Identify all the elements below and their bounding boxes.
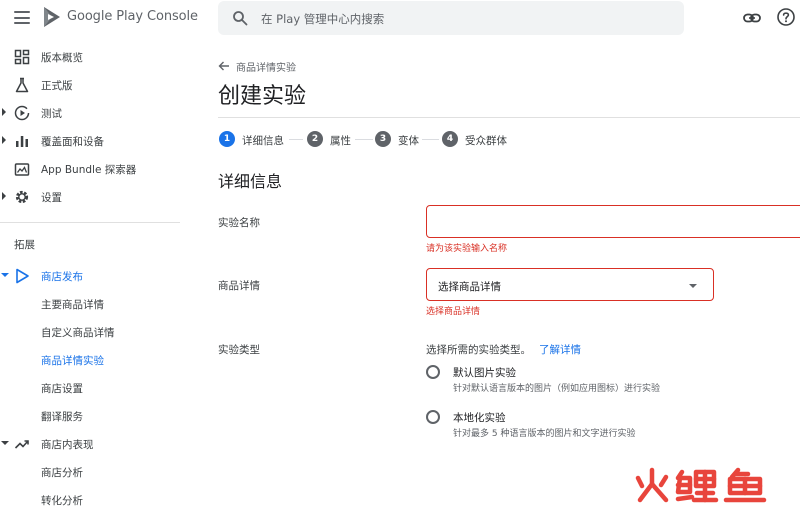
sidebar: 版本概览 正式版 测试 覆盖面和设备 App Bundle 探索器 设置 拓展 … bbox=[0, 38, 200, 509]
dashboard-icon bbox=[14, 49, 30, 65]
sidebar-item-label: 商品详情实验 bbox=[41, 355, 104, 367]
experiment-type-desc-text: 选择所需的实验类型。 bbox=[426, 344, 531, 356]
step-label: 受众群体 bbox=[465, 135, 507, 147]
page-title: 创建实验 bbox=[218, 84, 307, 109]
flask-icon bbox=[15, 77, 29, 93]
experiment-type-description: 选择所需的实验类型。 了解详情 bbox=[426, 342, 581, 357]
sidebar-item-production[interactable]: 正式版 bbox=[0, 71, 200, 99]
sidebar-item-listing-experiments[interactable]: 商品详情实验 bbox=[0, 346, 200, 374]
experiment-name-label: 实验名称 bbox=[218, 217, 260, 229]
sidebar-item-label: 商店设置 bbox=[41, 383, 83, 395]
sidebar-item-label: 版本概览 bbox=[41, 52, 83, 64]
sidebar-item-label: 商店分析 bbox=[41, 467, 83, 479]
experiment-name-input[interactable] bbox=[426, 205, 800, 238]
sidebar-section-title: 拓展 bbox=[14, 239, 35, 251]
bar-chart-icon bbox=[16, 136, 28, 147]
sidebar-item-store-presence[interactable]: 商店发布 bbox=[0, 262, 200, 290]
trending-up-icon bbox=[14, 440, 29, 449]
link-icon[interactable] bbox=[742, 8, 762, 28]
chevron-down-icon bbox=[1, 441, 9, 445]
title-divider bbox=[218, 117, 800, 118]
sidebar-item-label: App Bundle 探索器 bbox=[41, 164, 137, 176]
step-label: 变体 bbox=[398, 135, 419, 147]
store-listing-select[interactable]: 选择商品详情 bbox=[426, 268, 714, 301]
experiment-type-label: 实验类型 bbox=[218, 344, 260, 356]
sidebar-item-label: 自定义商品详情 bbox=[41, 327, 115, 339]
sidebar-item-label: 商店内表现 bbox=[41, 439, 94, 451]
sidebar-item-label: 转化分析 bbox=[41, 495, 83, 507]
step-number: 4 bbox=[442, 131, 458, 147]
chevron-right-icon bbox=[2, 108, 6, 116]
sidebar-item-settings[interactable]: 设置 bbox=[0, 183, 200, 211]
store-listing-error: 选择商品详情 bbox=[426, 307, 481, 317]
step-label: 详细信息 bbox=[242, 135, 284, 147]
default-graphics-desc: 针对默认语言版本的图片（例如应用图标）进行实验 bbox=[453, 384, 661, 394]
sidebar-divider bbox=[0, 222, 180, 223]
menu-icon[interactable] bbox=[14, 11, 30, 24]
back-link[interactable]: 商品详情实验 bbox=[218, 59, 296, 74]
sidebar-item-custom-listing[interactable]: 自定义商品详情 bbox=[0, 318, 200, 346]
localized-title: 本地化实验 bbox=[453, 412, 506, 424]
search-icon bbox=[233, 11, 248, 26]
sidebar-item-store-settings[interactable]: 商店设置 bbox=[0, 374, 200, 402]
sidebar-item-label: 覆盖面和设备 bbox=[41, 136, 104, 148]
step-number: 1 bbox=[219, 131, 235, 147]
bundle-icon bbox=[14, 163, 30, 176]
dropdown-arrow-icon bbox=[689, 284, 697, 288]
sidebar-item-store-performance[interactable]: 商店内表现 bbox=[0, 430, 200, 458]
sidebar-item-label: 主要商品详情 bbox=[41, 299, 104, 311]
localized-radio[interactable] bbox=[426, 410, 440, 424]
learn-more-link[interactable]: 了解详情 bbox=[539, 344, 581, 356]
sidebar-item-conversion-analysis[interactable]: 转化分析 bbox=[0, 486, 200, 509]
sidebar-item-label: 翻译服务 bbox=[41, 411, 83, 423]
chevron-right-icon bbox=[2, 192, 6, 200]
sidebar-item-label: 设置 bbox=[41, 192, 62, 204]
play-circle-icon bbox=[14, 105, 30, 121]
localized-desc: 针对最多 5 种语言版本的图片和文字进行实验 bbox=[453, 429, 636, 439]
chevron-right-icon bbox=[2, 136, 6, 144]
sidebar-item-release-overview[interactable]: 版本概览 bbox=[0, 43, 200, 71]
section-heading: 详细信息 bbox=[218, 172, 283, 191]
arrow-left-icon bbox=[218, 61, 229, 71]
sidebar-item-store-analysis[interactable]: 商店分析 bbox=[0, 458, 200, 486]
step-connector bbox=[422, 139, 439, 140]
step-number: 3 bbox=[375, 131, 391, 147]
step-number: 2 bbox=[307, 131, 323, 147]
sidebar-item-label: 正式版 bbox=[41, 80, 73, 92]
sidebar-item-testing[interactable]: 测试 bbox=[0, 99, 200, 127]
sidebar-item-translation[interactable]: 翻译服务 bbox=[0, 402, 200, 430]
store-listing-label: 商品详情 bbox=[218, 280, 260, 292]
brand-name: Google Play Console bbox=[67, 9, 198, 24]
experiment-name-error: 请为该实验输入名称 bbox=[426, 244, 508, 254]
search-bar[interactable]: 在 Play 管理中心内搜索 bbox=[218, 1, 684, 35]
sidebar-item-app-bundle-explorer[interactable]: App Bundle 探索器 bbox=[0, 155, 200, 183]
sidebar-item-label: 商店发布 bbox=[41, 271, 83, 283]
gear-icon bbox=[15, 190, 29, 204]
store-listing-select-value: 选择商品详情 bbox=[438, 281, 501, 293]
sidebar-item-main-listing[interactable]: 主要商品详情 bbox=[0, 290, 200, 318]
step-connector bbox=[355, 139, 373, 140]
default-graphics-radio[interactable] bbox=[426, 365, 440, 379]
play-console-logo-icon bbox=[44, 7, 60, 27]
help-icon[interactable] bbox=[776, 7, 796, 27]
play-outline-icon bbox=[16, 268, 29, 284]
back-link-label: 商品详情实验 bbox=[236, 62, 296, 74]
step-label: 属性 bbox=[330, 135, 351, 147]
sidebar-item-reach-devices[interactable]: 覆盖面和设备 bbox=[0, 127, 200, 155]
search-placeholder[interactable]: 在 Play 管理中心内搜索 bbox=[261, 11, 384, 27]
default-graphics-title: 默认图片实验 bbox=[453, 367, 516, 379]
sidebar-item-label: 测试 bbox=[41, 108, 62, 120]
chevron-down-icon bbox=[1, 273, 9, 277]
watermark-logo bbox=[635, 467, 767, 503]
step-connector bbox=[289, 139, 303, 140]
